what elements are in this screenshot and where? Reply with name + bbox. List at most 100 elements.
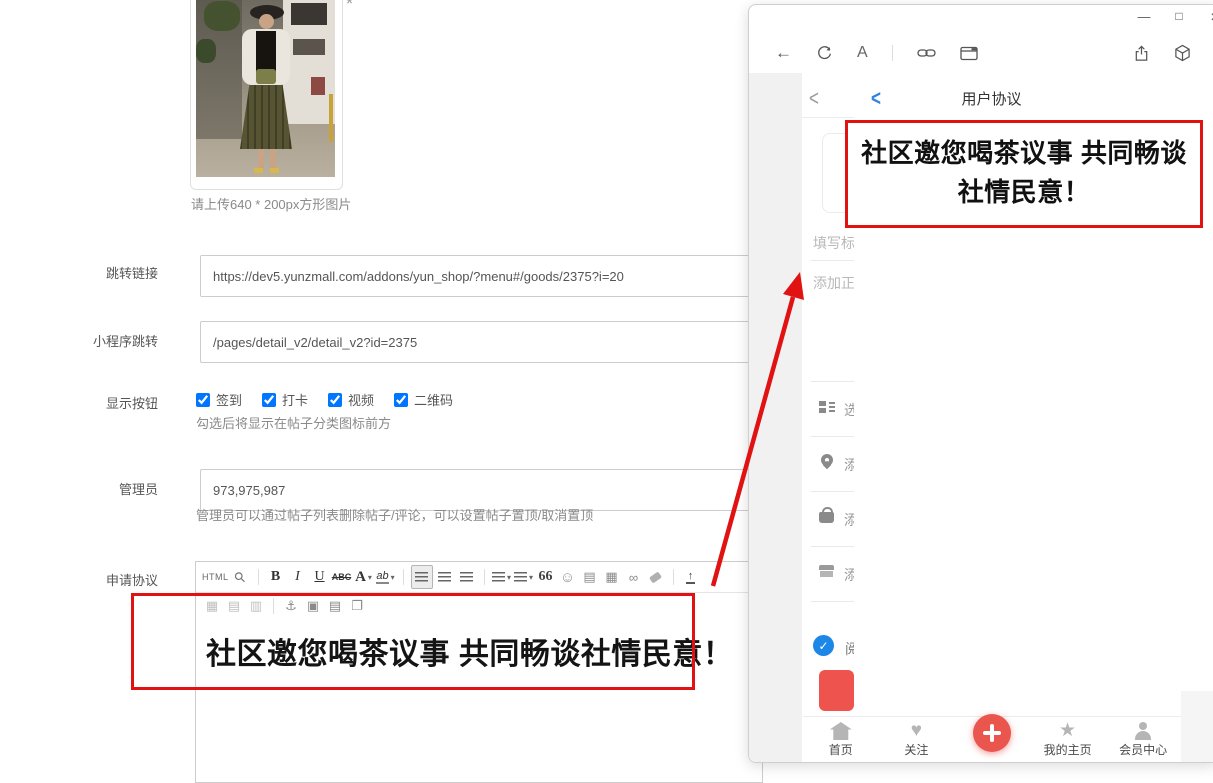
red-annotation-box-editor: [131, 593, 695, 690]
emoji-button[interactable]: ☺: [558, 566, 578, 588]
preview-left-gutter: [749, 73, 802, 762]
uploaded-banner-image: [196, 0, 335, 177]
agree-check-icon[interactable]: ✓: [813, 635, 834, 656]
jump-link-label: 跳转链接: [38, 263, 158, 282]
underline-button[interactable]: U: [310, 566, 330, 588]
package-icon[interactable]: [1174, 44, 1191, 62]
agree-text-partial: 阅: [845, 639, 854, 659]
person-icon: [1132, 722, 1154, 740]
show-button-option[interactable]: 签到: [196, 390, 242, 409]
option-checkbox[interactable]: [328, 393, 342, 407]
bottom-tab-bar: 首页 ♥ 关注 ★ 我的主页 会员中心: [803, 716, 1181, 762]
show-buttons-help: 勾选后将显示在帖子分类图标前方: [196, 413, 391, 432]
maximize-button[interactable]: □: [1168, 9, 1190, 23]
category-icon: [819, 399, 836, 416]
insert-link-button[interactable]: ∞: [624, 566, 644, 588]
publish-button[interactable]: [819, 670, 854, 711]
upload-image-card[interactable]: [190, 0, 343, 190]
show-button-option[interactable]: 打卡: [262, 390, 308, 409]
minimize-button[interactable]: —: [1133, 9, 1155, 24]
admin-help: 管理员可以通过帖子列表删除帖子/评论，可以设置帖子置顶/取消置顶: [196, 505, 593, 524]
link-icon[interactable]: [917, 46, 936, 60]
share-icon[interactable]: [1133, 45, 1150, 62]
italic-button[interactable]: I: [288, 566, 308, 588]
option-checkbox[interactable]: [394, 393, 408, 407]
star-icon: ★: [1057, 722, 1079, 740]
jump-link-input[interactable]: [200, 255, 760, 297]
show-buttons-label: 显示按钮: [38, 393, 158, 412]
attach-category-row[interactable]: 选: [811, 382, 854, 437]
browser-window-icon[interactable]: [960, 46, 978, 61]
caret-down-icon: ▾: [507, 573, 511, 582]
align-left-button[interactable]: [411, 565, 433, 589]
home-icon: [830, 722, 852, 740]
option-label: 二维码: [414, 390, 453, 409]
attach-goods-row[interactable]: 添: [811, 492, 854, 547]
caret-down-icon: ▾: [529, 573, 533, 582]
attach-location-row[interactable]: 添: [811, 437, 854, 492]
unordered-list-button[interactable]: ▾: [514, 566, 534, 588]
align-center-button[interactable]: [435, 566, 455, 588]
option-checkbox[interactable]: [196, 393, 210, 407]
back-icon[interactable]: ←: [775, 43, 792, 63]
font-icon[interactable]: A: [857, 44, 868, 62]
attach-shop-row[interactable]: 添: [811, 547, 854, 602]
admin-label: 管理员: [38, 479, 158, 498]
location-pin-icon: [821, 454, 833, 466]
tab-label: 会员中心: [1119, 741, 1167, 758]
insert-image-button[interactable]: ▤: [580, 566, 600, 588]
required-mark: *: [346, 0, 353, 15]
caret-down-icon: ▾: [368, 573, 372, 582]
preview-toolbar: ← A: [749, 33, 1213, 74]
highlight-color-button[interactable]: ab ▾: [376, 566, 396, 588]
show-buttons-group: 签到 打卡 视频 二维码: [196, 390, 453, 409]
page-title: 用户协议: [802, 88, 1181, 109]
window-titlebar[interactable]: — □ ×: [749, 5, 1213, 33]
shopping-bag-icon: [819, 512, 834, 523]
strikethrough-button[interactable]: ABC: [332, 566, 352, 588]
align-right-button[interactable]: [457, 566, 477, 588]
option-label: 视频: [348, 390, 374, 409]
plus-icon: [973, 714, 1011, 752]
tab-label: 我的主页: [1044, 741, 1092, 758]
tab-member-center[interactable]: 会员中心: [1105, 717, 1181, 762]
tab-follow[interactable]: ♥ 关注: [879, 717, 955, 762]
remove-format-button[interactable]: [646, 566, 666, 588]
tab-label: 关注: [904, 741, 928, 758]
red-annotation-box-preview: 社区邀您喝茶议事 共同畅谈社情民意！: [845, 120, 1203, 228]
miniapp-jump-label: 小程序跳转: [38, 331, 158, 350]
html-source-button[interactable]: HTML: [202, 566, 229, 588]
bold-button[interactable]: B: [266, 566, 286, 588]
to-top-button[interactable]: ↑: [681, 566, 701, 588]
storefront-icon: [819, 565, 834, 577]
option-label: 签到: [216, 390, 242, 409]
show-button-option[interactable]: 视频: [328, 390, 374, 409]
annotation-highlight-text: 社区邀您喝茶议事 共同畅谈社情民意！: [848, 123, 1200, 212]
tab-my-page[interactable]: ★ 我的主页: [1030, 717, 1106, 762]
caret-down-icon: ▾: [391, 573, 395, 582]
page-margin: [1181, 691, 1213, 762]
font-color-button[interactable]: A ▾: [354, 566, 374, 588]
tab-label: 首页: [829, 741, 853, 758]
editor-toolbar-row1: HTML ⚲ B I U ABC: [196, 562, 762, 593]
miniapp-jump-input[interactable]: [200, 321, 760, 363]
toolbar-divider: [892, 45, 893, 61]
option-checkbox[interactable]: [262, 393, 276, 407]
preview-icon[interactable]: ⚲: [231, 566, 251, 588]
upload-hint: 请上传640 * 200px方形图片: [191, 194, 351, 213]
tab-post[interactable]: [954, 717, 1030, 762]
option-label: 打卡: [282, 390, 308, 409]
show-button-option[interactable]: 二维码: [394, 390, 453, 409]
agreement-label: 申请协议: [38, 570, 158, 589]
insert-video-button[interactable]: ▦: [602, 566, 622, 588]
title-placeholder[interactable]: 填写标题: [813, 233, 859, 253]
divider: [811, 260, 854, 261]
refresh-icon[interactable]: [816, 45, 833, 62]
blockquote-button[interactable]: 66: [536, 566, 556, 588]
mobile-preview-window: — □ × ← A: [748, 4, 1213, 763]
tab-home[interactable]: 首页: [803, 717, 879, 762]
attach-options-list: 选 添 添 添: [811, 381, 854, 602]
body-placeholder[interactable]: 添加正文: [813, 273, 859, 293]
close-button[interactable]: ×: [1204, 9, 1213, 27]
ordered-list-button[interactable]: ▾: [492, 566, 512, 588]
